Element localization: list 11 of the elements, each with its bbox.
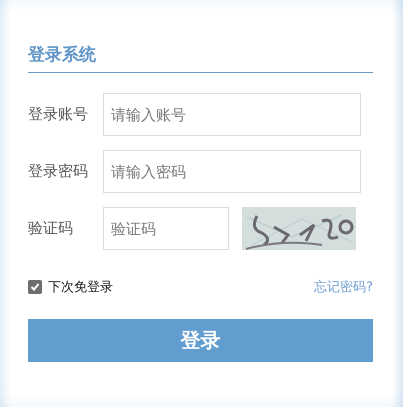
captcha-field[interactable]: 验证码: [103, 207, 229, 250]
input-field[interactable]: 请输入密码: [103, 150, 361, 193]
field-label: 验证码: [28, 218, 74, 239]
field-label: 登录密码: [28, 161, 89, 182]
checkbox-label: 下次免登录: [48, 279, 113, 296]
section-title: 登录系统: [28, 40, 373, 73]
field-label: 登录账号: [28, 104, 89, 125]
forgot-password-link[interactable]: 忘记密码?: [314, 278, 373, 296]
checkbox[interactable]: [28, 280, 42, 294]
input-field[interactable]: 请输入账号: [103, 93, 361, 136]
login-button[interactable]: 登录: [28, 319, 373, 362]
